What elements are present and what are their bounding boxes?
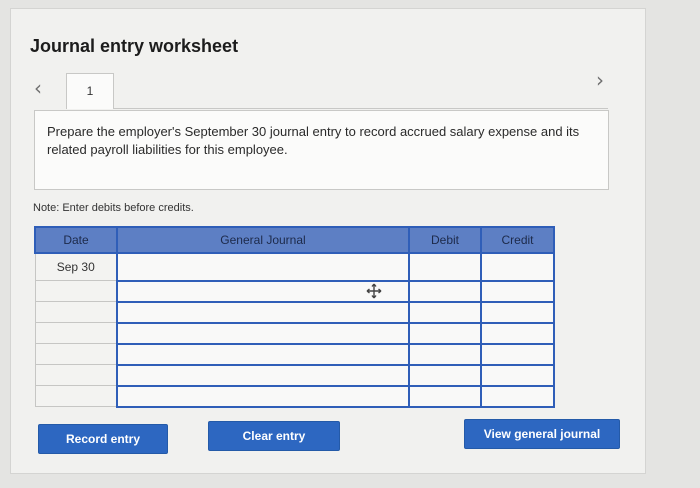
record-entry-button[interactable]: Record entry xyxy=(38,424,168,454)
instruction-text: Prepare the employer's September 30 jour… xyxy=(47,124,580,157)
debit-input[interactable] xyxy=(408,321,482,345)
debit-input[interactable] xyxy=(408,342,482,366)
chevron-right-icon[interactable]: › xyxy=(596,68,604,92)
date-cell xyxy=(34,385,118,407)
tab-1[interactable]: 1 xyxy=(66,73,114,109)
account-input[interactable] xyxy=(116,384,410,408)
credit-input[interactable] xyxy=(480,321,555,345)
credit-input[interactable] xyxy=(480,363,555,387)
page-title: Journal entry worksheet xyxy=(30,36,239,56)
account-input[interactable] xyxy=(116,252,410,282)
journal-row xyxy=(34,384,555,408)
note-text: Note: Enter debits before credits. xyxy=(33,202,194,214)
journal-row xyxy=(34,300,555,324)
credit-column-header: Credit xyxy=(480,226,555,254)
date-column-header: Date xyxy=(34,226,118,254)
account-input[interactable] xyxy=(116,300,410,324)
account-input[interactable] xyxy=(116,342,410,366)
journal-row xyxy=(34,321,555,345)
view-general-journal-button[interactable]: View general journal xyxy=(464,419,620,449)
debit-column-header: Debit xyxy=(408,226,482,254)
debit-input[interactable] xyxy=(408,384,482,408)
clear-entry-button[interactable]: Clear entry xyxy=(208,421,340,451)
move-cursor-icon xyxy=(366,283,382,299)
date-cell xyxy=(34,280,118,302)
debit-input[interactable] xyxy=(408,300,482,324)
chevron-left-icon[interactable]: ‹ xyxy=(34,76,42,100)
journal-row: Sep 30 xyxy=(34,252,555,282)
general-journal-column-header: General Journal xyxy=(116,226,410,254)
account-input[interactable] xyxy=(116,363,410,387)
date-cell xyxy=(34,301,118,323)
debit-input[interactable] xyxy=(408,279,482,303)
date-cell xyxy=(34,322,118,344)
credit-input[interactable] xyxy=(480,384,555,408)
date-cell xyxy=(34,364,118,386)
credit-input[interactable] xyxy=(480,300,555,324)
journal-header-row: Date General Journal Debit Credit xyxy=(34,226,555,254)
instruction-box: Prepare the employer's September 30 jour… xyxy=(34,110,609,190)
credit-input[interactable] xyxy=(480,252,555,282)
journal-row xyxy=(34,279,555,303)
credit-input[interactable] xyxy=(480,342,555,366)
debit-input[interactable] xyxy=(408,252,482,282)
credit-input[interactable] xyxy=(480,279,555,303)
journal-row xyxy=(34,363,555,387)
date-cell xyxy=(34,343,118,365)
journal-table: Date General Journal Debit Credit Sep 30 xyxy=(34,226,555,408)
account-input[interactable] xyxy=(116,321,410,345)
journal-row xyxy=(34,342,555,366)
debit-input[interactable] xyxy=(408,363,482,387)
tab-divider xyxy=(114,108,608,109)
date-cell: Sep 30 xyxy=(34,252,118,281)
